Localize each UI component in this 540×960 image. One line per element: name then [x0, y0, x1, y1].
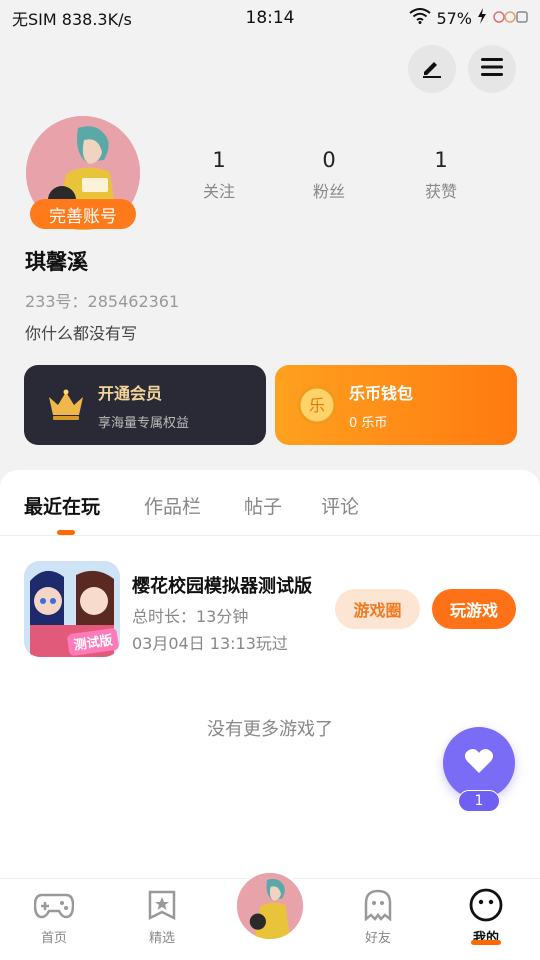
complete-account-badge[interactable]: 完善账号	[30, 199, 136, 229]
wallet-title: 乐币钱包	[349, 383, 414, 403]
nav-featured-label: 精选	[148, 931, 175, 946]
fans-label: 粉丝	[312, 182, 345, 201]
crown-icon	[44, 383, 88, 427]
nav-active-indicator	[471, 940, 501, 945]
game-duration: 总时长：13分钟	[132, 607, 249, 626]
user-name: 琪馨溪	[25, 250, 88, 274]
smiley-icon	[451, 888, 521, 922]
wallet-balance: 0 乐币	[349, 415, 388, 431]
wifi-icon	[409, 8, 432, 28]
tab-posts[interactable]: 帖子	[244, 492, 282, 519]
gamepad-icon	[19, 888, 89, 922]
game-icon[interactable]: 测试版	[24, 561, 120, 657]
wallet-card[interactable]: 乐 乐币钱包 0 乐币	[275, 365, 517, 445]
stat-fans[interactable]: 0 粉丝	[289, 148, 369, 202]
user-bio[interactable]: 你什么都没有写	[25, 320, 137, 344]
likes-label: 获赞	[424, 182, 457, 201]
like-fab[interactable]	[443, 727, 515, 799]
menu-icon	[480, 56, 504, 82]
nav-center-avatar[interactable]	[234, 870, 306, 942]
user-id: 233号：285462361	[25, 292, 180, 311]
menu-button[interactable]	[468, 45, 516, 93]
ghost-icon	[343, 888, 413, 922]
nav-friends-label: 好友	[364, 931, 391, 946]
game-last-played: 03月04日 13:13玩过	[132, 634, 288, 653]
charging-icon	[477, 8, 487, 28]
tab-bar: 最近在玩 作品栏 帖子 评论	[0, 470, 540, 536]
network-speed: 838.3K/s	[61, 10, 132, 29]
like-count-badge: 1	[458, 790, 500, 812]
nav-featured[interactable]: 精选	[127, 888, 197, 946]
following-count: 1	[212, 148, 226, 172]
carrier-text: 无SIM	[12, 10, 57, 29]
stat-likes[interactable]: 1 获赞	[401, 148, 481, 202]
tab-recent[interactable]: 最近在玩	[24, 492, 100, 519]
vip-subtitle: 享海量专属权益	[98, 415, 190, 431]
edit-profile-button[interactable]	[408, 45, 456, 93]
following-label: 关注	[202, 182, 235, 201]
status-right: 57%	[409, 8, 528, 28]
game-title[interactable]: 樱花校园模拟器测试版	[132, 572, 327, 598]
tab-indicator	[57, 530, 75, 535]
tab-comments[interactable]: 评论	[321, 492, 359, 519]
fans-count: 0	[322, 148, 336, 172]
pen-icon	[420, 55, 444, 83]
coin-glyph: 乐	[309, 396, 325, 415]
nav-me[interactable]: 我的	[451, 888, 521, 946]
heart-icon	[464, 747, 494, 779]
nav-friends[interactable]: 好友	[343, 888, 413, 946]
nav-home-label: 首页	[40, 931, 67, 946]
vip-card[interactable]: 开通会员 享海量专属权益	[24, 365, 266, 445]
status-bar: 无SIM 838.3K/s 18:14 57%	[0, 0, 540, 36]
battery-text: 57%	[436, 8, 472, 28]
nav-home[interactable]: 首页	[19, 888, 89, 946]
notification-icons	[492, 8, 528, 28]
status-left: 无SIM 838.3K/s	[12, 6, 409, 30]
vip-title: 开通会员	[98, 383, 163, 403]
play-game-button[interactable]: 玩游戏	[432, 589, 516, 629]
game-circle-button[interactable]: 游戏圈	[335, 589, 420, 629]
coin-icon: 乐	[295, 383, 339, 427]
star-icon	[127, 888, 197, 922]
tab-works[interactable]: 作品栏	[144, 492, 201, 519]
stat-following[interactable]: 1 关注	[179, 148, 259, 202]
likes-count: 1	[434, 148, 448, 172]
